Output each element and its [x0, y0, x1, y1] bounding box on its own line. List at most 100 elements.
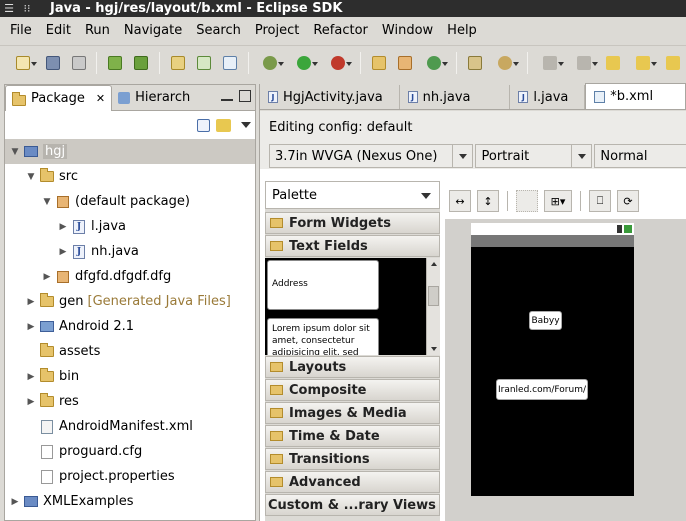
collapse-arrow-icon[interactable]: ▶	[55, 244, 71, 260]
palette-category-text-fields[interactable]: Text Fields	[265, 235, 440, 257]
tree-item[interactable]: ▼ hgj	[5, 139, 255, 164]
editor-tab-hgjactivity[interactable]: J HgjActivity.java	[260, 85, 400, 109]
tree-item[interactable]: ▼ (default package)	[5, 189, 255, 214]
menu-project[interactable]: Project	[248, 23, 306, 38]
new-android-xml-icon[interactable]	[219, 52, 241, 74]
palette-category-transitions[interactable]: Transitions	[265, 448, 440, 470]
tree-item[interactable]: ▼ src	[5, 164, 255, 189]
menu-search[interactable]: Search	[189, 23, 248, 38]
debug-icon[interactable]	[256, 52, 286, 74]
orientation-select[interactable]: Portrait	[475, 144, 593, 168]
collapse-arrow-icon[interactable]: ▶	[55, 219, 71, 235]
android-avd-manager-icon[interactable]	[130, 52, 152, 74]
tree-item[interactable]: ▶ Android 2.1	[5, 314, 255, 339]
expand-arrow-icon[interactable]: ▼	[39, 194, 55, 210]
select-all-icon[interactable]	[516, 190, 538, 212]
device-screen-preview[interactable]: Babyy Iranled.com/Forum/	[471, 223, 634, 496]
tree-item[interactable]: ▶ res	[5, 389, 255, 414]
palette-header[interactable]: Palette	[265, 181, 440, 209]
close-icon[interactable]: ✕	[96, 92, 105, 105]
palette-category-custom-views[interactable]: Custom & ...rary Views	[265, 494, 440, 516]
device-select[interactable]: 3.7in WVGA (Nexus One)	[269, 144, 474, 168]
refresh-layout-icon[interactable]: ⟳	[617, 190, 639, 212]
new-junit-test-icon[interactable]	[193, 52, 215, 74]
editor-tab-l[interactable]: J l.java	[510, 85, 586, 109]
scroll-down-icon[interactable]	[427, 343, 440, 355]
tree-item[interactable]: ▶ dfgfd.dfgdf.dfg	[5, 264, 255, 289]
palette-category-layouts[interactable]: Layouts	[265, 356, 440, 378]
collapse-arrow-icon[interactable]: ▶	[7, 494, 23, 510]
tree-item[interactable]: project.properties	[5, 464, 255, 489]
maximize-icon[interactable]	[239, 90, 251, 102]
menu-navigate[interactable]: Navigate	[117, 23, 189, 38]
new-java-project-icon[interactable]	[368, 52, 390, 74]
editor-tab-nh[interactable]: J nh.java	[400, 85, 511, 109]
tree-item[interactable]: assets	[5, 339, 255, 364]
android-sdk-manager-icon[interactable]	[104, 52, 126, 74]
menu-window[interactable]: Window	[375, 23, 440, 38]
minimize-icon[interactable]	[221, 93, 233, 101]
last-edit-location-icon[interactable]	[603, 52, 625, 74]
tree-item[interactable]: AndroidManifest.xml	[5, 414, 255, 439]
next-annotation-icon[interactable]	[535, 52, 565, 74]
preview-button-iranled[interactable]: Iranled.com/Forum/	[496, 379, 588, 400]
scroll-up-icon[interactable]	[427, 258, 440, 270]
print-icon[interactable]	[68, 52, 90, 74]
menu-edit[interactable]: Edit	[39, 23, 78, 38]
tab-package-explorer[interactable]: Package ✕	[5, 85, 113, 111]
collapse-arrow-icon[interactable]: ▶	[23, 369, 39, 385]
new-icon[interactable]	[8, 52, 38, 74]
collapse-arrow-icon[interactable]: ▶	[23, 319, 39, 335]
save-icon[interactable]	[42, 52, 64, 74]
collapse-arrow-icon[interactable]: ▶	[23, 394, 39, 410]
text-file-icon	[39, 444, 55, 460]
tree-item[interactable]: ▶ XMLExamples	[5, 489, 255, 514]
palette-scrollbar[interactable]	[426, 258, 440, 355]
preview-button-babyy[interactable]: Babyy	[529, 311, 562, 330]
tree-item[interactable]: ▶ bin	[5, 364, 255, 389]
collapse-arrow-icon[interactable]: ▶	[23, 294, 39, 310]
scroll-thumb[interactable]	[428, 286, 439, 306]
menu-file[interactable]: File	[3, 23, 39, 38]
palette-category-advanced[interactable]: Advanced	[265, 471, 440, 493]
expand-arrow-icon[interactable]: ▼	[7, 144, 23, 160]
external-tools-icon[interactable]	[323, 52, 353, 74]
toggle-fill-width-icon[interactable]: ↔	[449, 190, 471, 212]
window-menu-icon[interactable]: ☰	[0, 0, 18, 17]
theme-select[interactable]: Normal	[594, 144, 686, 168]
palette-category-time-date[interactable]: Time & Date	[265, 425, 440, 447]
palette-category-images-media[interactable]: Images & Media	[265, 402, 440, 424]
link-with-editor-icon[interactable]	[216, 118, 231, 132]
palette-category-composite[interactable]: Composite	[265, 379, 440, 401]
new-android-project-icon[interactable]	[167, 52, 189, 74]
pin-icon[interactable]: ⁝⁝	[18, 0, 36, 17]
forward-icon[interactable]	[662, 52, 684, 74]
menu-run[interactable]: Run	[78, 23, 117, 38]
new-class-icon[interactable]	[420, 52, 450, 74]
previous-annotation-icon[interactable]	[569, 52, 599, 74]
palette-item-address[interactable]: Address	[267, 260, 379, 310]
palette-item-multiline[interactable]: Lorem ipsum dolor sit amet, consectetur …	[267, 318, 379, 355]
zoom-icon[interactable]: ⊞▾	[544, 190, 572, 212]
collapse-all-icon[interactable]	[197, 118, 210, 132]
menu-help[interactable]: Help	[440, 23, 484, 38]
layout-canvas[interactable]: Babyy Iranled.com/Forum/	[445, 219, 686, 521]
view-menu-icon[interactable]	[241, 122, 251, 128]
toggle-fill-height-icon[interactable]: ↕	[477, 190, 499, 212]
collapse-arrow-icon[interactable]: ▶	[39, 269, 55, 285]
expand-arrow-icon[interactable]: ▼	[23, 169, 39, 185]
run-icon[interactable]	[289, 52, 319, 74]
show-outline-icon[interactable]: ⎕	[589, 190, 611, 212]
tab-hierarchy[interactable]: Hierarch	[112, 85, 196, 110]
search-icon[interactable]	[490, 52, 520, 74]
new-package-icon[interactable]	[394, 52, 416, 74]
tree-item[interactable]: proguard.cfg	[5, 439, 255, 464]
open-type-icon[interactable]	[464, 52, 486, 74]
menu-refactor[interactable]: Refactor	[306, 23, 375, 38]
editor-tab-b-xml[interactable]: *b.xml	[585, 83, 686, 109]
palette-category-form-widgets[interactable]: Form Widgets	[265, 212, 440, 234]
tree-item[interactable]: ▶ Jl.java	[5, 214, 255, 239]
tree-item[interactable]: ▶ gen [Generated Java Files]	[5, 289, 255, 314]
back-icon[interactable]	[628, 52, 658, 74]
tree-item[interactable]: ▶ Jnh.java	[5, 239, 255, 264]
